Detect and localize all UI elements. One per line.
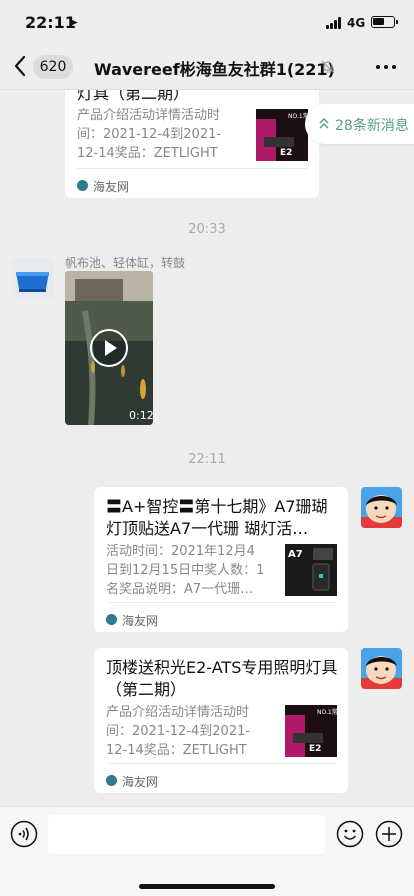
- link-card-message[interactable]: 〓A+智控〓第十七期》A7珊瑚灯顶贴送A7一代珊 瑚灯活… 活动时间：2021年…: [94, 487, 348, 632]
- link-card-message[interactable]: 顶楼送积光E2-ATS专用照明灯具（第二期） 产品介绍活动详情活动时间：2021…: [94, 648, 348, 793]
- sender-name: 帆布池、轻体缸，转鼓: [65, 256, 186, 270]
- card-title: 灯具（第二期）: [77, 90, 190, 103]
- location-arrow-icon: ➤: [69, 16, 79, 29]
- battery-icon: [371, 16, 395, 28]
- unread-count-badge[interactable]: 620: [33, 55, 73, 79]
- thumb-model: A7: [288, 549, 303, 560]
- video-message[interactable]: 0:12: [65, 271, 153, 425]
- more-options-icon[interactable]: [376, 65, 396, 69]
- card-divider: [106, 763, 336, 764]
- link-card-message[interactable]: 灯具（第二期） 产品介绍活动详情活动时间：2021-12-4到2021-12-1…: [65, 90, 319, 198]
- network-type: 4G: [347, 16, 366, 30]
- new-messages-label: 28条新消息: [335, 118, 409, 134]
- card-description: 活动时间：2021年12月4日到12月15日中奖人数：1名奖品说明：A7一代珊…: [106, 544, 265, 597]
- time-divider: 22:11: [188, 452, 226, 467]
- battery-tip: [396, 20, 398, 24]
- double-chevron-up-icon: [319, 118, 329, 129]
- source-logo-icon: [77, 180, 88, 191]
- card-source: 海友网: [122, 775, 159, 789]
- play-icon[interactable]: [89, 328, 129, 368]
- source-logo-icon: [106, 775, 117, 786]
- status-bar: 22:11 ➤ 4G: [0, 0, 414, 44]
- sender-avatar[interactable]: [12, 258, 53, 299]
- thumb-model: E2: [280, 148, 292, 158]
- message-list[interactable]: 灯具（第二期） 产品介绍活动详情活动时间：2021-12-4到2021-12-1…: [0, 90, 414, 806]
- message-input[interactable]: [48, 815, 325, 854]
- card-description: 产品介绍活动详情活动时间：2021-12-4到2021-12-14奖品：ZETL…: [106, 705, 251, 758]
- chat-header: 620 Wavereef彬海鱼友社群1(221): [0, 44, 414, 90]
- battery-level: [373, 18, 384, 25]
- plus-more-icon[interactable]: [375, 820, 403, 848]
- card-thumbnail: NO.1常量 50ㄧ不要钱 E2: [256, 109, 308, 161]
- my-avatar[interactable]: [361, 487, 402, 528]
- new-messages-button[interactable]: 28条新消息: [305, 104, 414, 144]
- card-thumbnail: A7: [285, 544, 337, 596]
- card-title: 〓A+智控〓第十七期》A7珊瑚灯顶贴送A7一代珊 瑚灯活…: [106, 497, 328, 538]
- thumb-caption: NO.1常量 50ㄧ不要钱: [317, 708, 337, 716]
- source-logo-icon: [106, 614, 117, 625]
- card-thumbnail: NO.1常量 50ㄧ不要钱 E2: [285, 705, 337, 757]
- mute-bell-icon: [321, 60, 335, 74]
- card-title: 顶楼送积光E2-ATS专用照明灯具（第二期）: [106, 658, 338, 699]
- time-divider: 20:33: [188, 222, 226, 237]
- voice-input-icon[interactable]: [10, 820, 38, 848]
- chat-title: Wavereef彬海鱼友社群1(221): [94, 60, 335, 79]
- input-bar: [0, 806, 414, 896]
- cellular-signal-icon: [326, 17, 344, 29]
- card-description: 产品介绍活动详情活动时间：2021-12-4到2021-12-14奖品：ZETL…: [77, 108, 222, 161]
- home-indicator: [139, 884, 275, 889]
- card-source: 海友网: [93, 180, 130, 194]
- my-avatar[interactable]: [361, 648, 402, 689]
- card-divider: [77, 168, 307, 169]
- video-duration: 0:12: [129, 409, 153, 422]
- card-divider: [106, 602, 336, 603]
- thumb-model: E2: [309, 744, 321, 754]
- emoji-icon[interactable]: [336, 820, 364, 848]
- card-source: 海友网: [122, 614, 159, 628]
- back-arrow-icon[interactable]: [13, 54, 27, 78]
